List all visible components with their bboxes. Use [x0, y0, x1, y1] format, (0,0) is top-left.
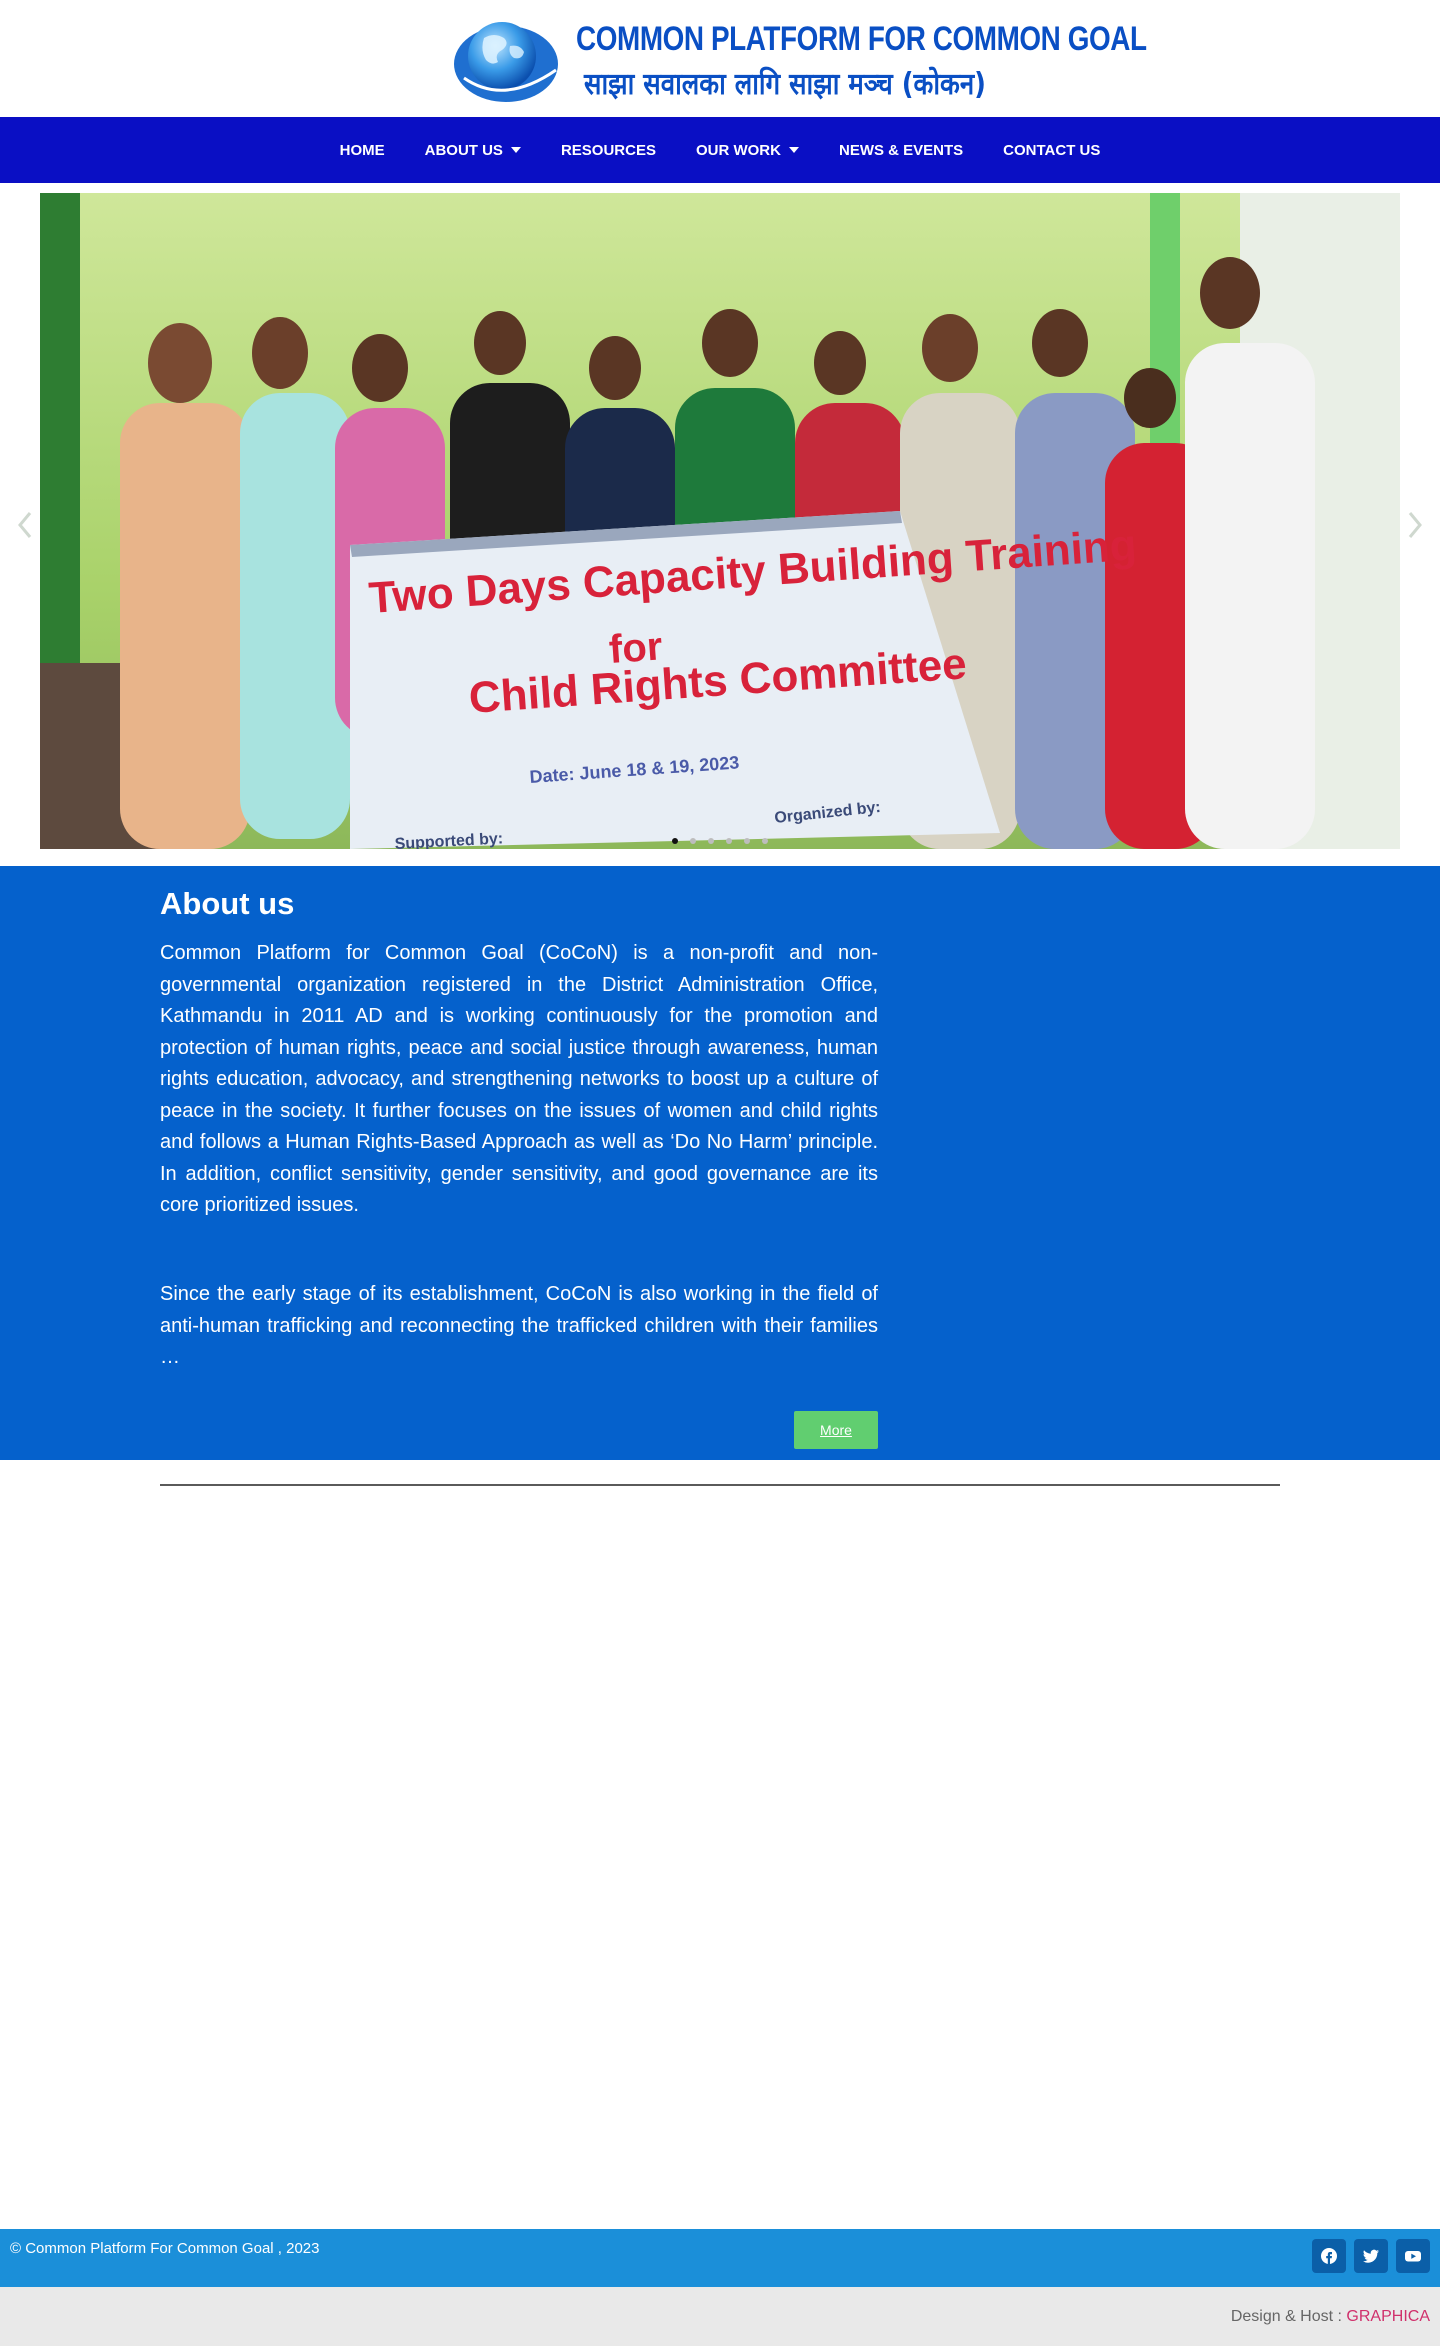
credit-prefix: Design & Host :: [1230, 2308, 1347, 2325]
nav-item-contact-us[interactable]: CONTACT US: [983, 117, 1120, 183]
youtube-link[interactable]: [1396, 2239, 1430, 2273]
group-photo-image: Two Days Capacity Building Training for …: [40, 193, 1400, 849]
nav-item-news-events[interactable]: NEWS & EVENTS: [819, 117, 983, 183]
globe-logo-icon: [454, 22, 558, 102]
nav-item-label: OUR WORK: [695, 141, 781, 159]
section-divider: [160, 1484, 1280, 1486]
logo-subtitle: साझा सवालका लागि साझा मञ्च (कोकन): [584, 67, 986, 102]
caret-down-icon: [788, 147, 799, 153]
slider-dot[interactable]: [744, 838, 750, 844]
nav-item-resources[interactable]: RESOURCES: [541, 117, 676, 183]
twitter-icon: [1363, 2249, 1379, 2263]
nav-item-our-work[interactable]: OUR WORK: [676, 117, 819, 183]
slider-dot[interactable]: [762, 838, 768, 844]
nav-item-label: RESOURCES: [560, 141, 656, 159]
nav-item-about-us[interactable]: ABOUT US: [405, 117, 541, 183]
hero-slider[interactable]: Two Days Capacity Building Training for …: [40, 193, 1400, 849]
copyright-text: © Common Platform For Common Goal , 2023: [10, 2240, 320, 2257]
nav-item-label: NEWS & EVENTS: [838, 141, 964, 159]
slider-dot[interactable]: [726, 838, 732, 844]
credit-text: Design & Host : GRAPHICA: [1231, 2308, 1430, 2326]
site-logo[interactable]: COMMON PLATFORM FOR COMMON GOAL साझा सवा…: [450, 14, 1147, 106]
about-paragraph-2: Since the early stage of its establishme…: [160, 1283, 878, 1368]
nav-item-label: ABOUT US: [424, 141, 503, 159]
site-footer: © Common Platform For Common Goal , 2023: [0, 2229, 1440, 2287]
slider-prev-button[interactable]: [12, 505, 36, 545]
slider-dot[interactable]: [690, 838, 696, 844]
facebook-link[interactable]: [1312, 2239, 1346, 2273]
facebook-icon: [1321, 2248, 1337, 2264]
about-paragraph-1: Common Platform for Common Goal (CoCoN) …: [160, 942, 878, 1216]
chevron-left-icon: [18, 512, 32, 538]
graphica-link[interactable]: GRAPHICA: [1346, 2308, 1430, 2325]
slider-pagination: [672, 838, 768, 844]
slider-next-button[interactable]: [1404, 505, 1428, 545]
main-navigation: HOME ABOUT US RESOURCES OUR WORK NEWS & …: [0, 117, 1440, 183]
youtube-icon: [1405, 2251, 1421, 2262]
nav-item-label: HOME: [339, 141, 385, 159]
nav-item-home[interactable]: HOME: [320, 117, 405, 183]
more-button[interactable]: More: [794, 1411, 878, 1449]
credit-bar: Design & Host : GRAPHICA: [0, 2287, 1440, 2346]
slider-dot[interactable]: [708, 838, 714, 844]
about-section: About us Common Platform for Common Goal…: [0, 866, 1440, 1460]
nav-item-label: CONTACT US: [1003, 141, 1101, 159]
caret-down-icon: [510, 147, 521, 153]
about-title: About us: [160, 886, 295, 921]
site-header: COMMON PLATFORM FOR COMMON GOAL साझा सवा…: [0, 0, 1440, 117]
social-links: [1312, 2239, 1430, 2273]
logo-title: COMMON PLATFORM FOR COMMON GOAL: [576, 20, 1147, 58]
slider-dot[interactable]: [672, 838, 678, 844]
twitter-link[interactable]: [1354, 2239, 1388, 2273]
chevron-right-icon: [1408, 512, 1422, 538]
